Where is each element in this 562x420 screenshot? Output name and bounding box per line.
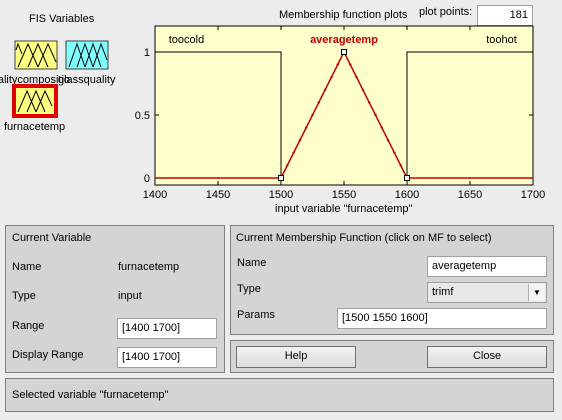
mf-point-averagetemp (311, 113, 314, 117)
variable-display-range-label: Display Range (12, 349, 84, 361)
mf-vertex-handle[interactable] (404, 175, 410, 181)
mf-label-toohot: toohot (486, 34, 517, 46)
mf-label-toocold: toocold (169, 34, 204, 46)
current-variable-header: Current Variable (12, 232, 92, 244)
mf-point-averagetemp (317, 101, 320, 104)
status-text: Selected variable "furnacetemp" (12, 389, 169, 401)
help-button[interactable]: Help (236, 346, 356, 368)
mf-point-averagetemp (323, 88, 327, 92)
mf-params-input[interactable]: [1500 1550 1600] (337, 308, 547, 329)
mf-point-averagetemp (349, 63, 352, 66)
y-tick-label: 0 (144, 173, 150, 185)
x-tick-label: 1400 (143, 189, 167, 201)
mf-point-averagetemp (386, 139, 390, 142)
mf-vertex-handle[interactable] (341, 49, 347, 55)
y-tick-label: 1 (144, 47, 150, 59)
mf-point-averagetemp (298, 139, 302, 142)
x-tick-label: 1600 (395, 189, 419, 201)
mf-type-value: trimf (432, 286, 454, 298)
mf-point-averagetemp (393, 151, 396, 154)
variable-range-label: Range (12, 320, 45, 332)
y-tick-label: 0.5 (135, 110, 150, 122)
status-bar: Selected variable "furnacetemp" (5, 378, 554, 412)
membership-function-plot[interactable]: 1400 1450 1500 1550 1600 1650 1700 0 0.5 1 toocold… (0, 0, 562, 220)
mf-type-dropdown[interactable]: trimf ▼ (427, 282, 547, 303)
mf-point-averagetemp (292, 151, 295, 154)
mf-name-label: Name (237, 257, 267, 269)
mf-point-averagetemp (336, 63, 339, 66)
mf-point-averagetemp (374, 113, 377, 117)
mf-point-averagetemp (330, 76, 333, 79)
mf-vertex-handle[interactable] (278, 175, 284, 181)
x-tick-label: 1650 (458, 189, 482, 201)
mf-name-input[interactable]: averagetemp (427, 256, 547, 277)
current-mf-header: Current Membership Function (click on MF… (236, 232, 492, 244)
mf-point-averagetemp (286, 164, 289, 167)
mf-label-averagetemp: averagetemp (310, 34, 378, 46)
plot-xlabel: input variable "furnacetemp" (275, 203, 413, 215)
mf-point-averagetemp (399, 164, 402, 167)
mf-point-averagetemp (305, 126, 308, 129)
variable-range-input[interactable]: [1400 1700] (117, 318, 217, 339)
current-mf-panel: Current Membership Function (click on MF… (230, 225, 554, 335)
buttons-panel: Help Close (230, 340, 554, 373)
mf-type-label: Type (237, 283, 261, 295)
variable-name-value: furnacetemp (118, 261, 180, 273)
variable-display-range-input[interactable]: [1400 1700] (117, 347, 217, 368)
x-tick-label: 1450 (206, 189, 230, 201)
mf-params-label: Params (237, 309, 275, 321)
current-variable-panel: Current Variable Name furnacetemp Type i… (5, 225, 225, 373)
chevron-down-icon[interactable]: ▼ (528, 284, 545, 301)
mf-point-averagetemp (368, 101, 371, 104)
mf-point-averagetemp (355, 76, 358, 79)
mf-point-averagetemp (361, 88, 365, 92)
variable-name-label: Name (12, 261, 42, 273)
variable-type-value: input (118, 290, 142, 302)
mf-point-averagetemp (380, 126, 383, 129)
x-tick-label: 1500 (269, 189, 293, 201)
close-button[interactable]: Close (427, 346, 547, 368)
variable-type-label: Type (12, 290, 36, 302)
x-tick-label: 1550 (332, 189, 356, 201)
x-tick-label: 1700 (521, 189, 545, 201)
